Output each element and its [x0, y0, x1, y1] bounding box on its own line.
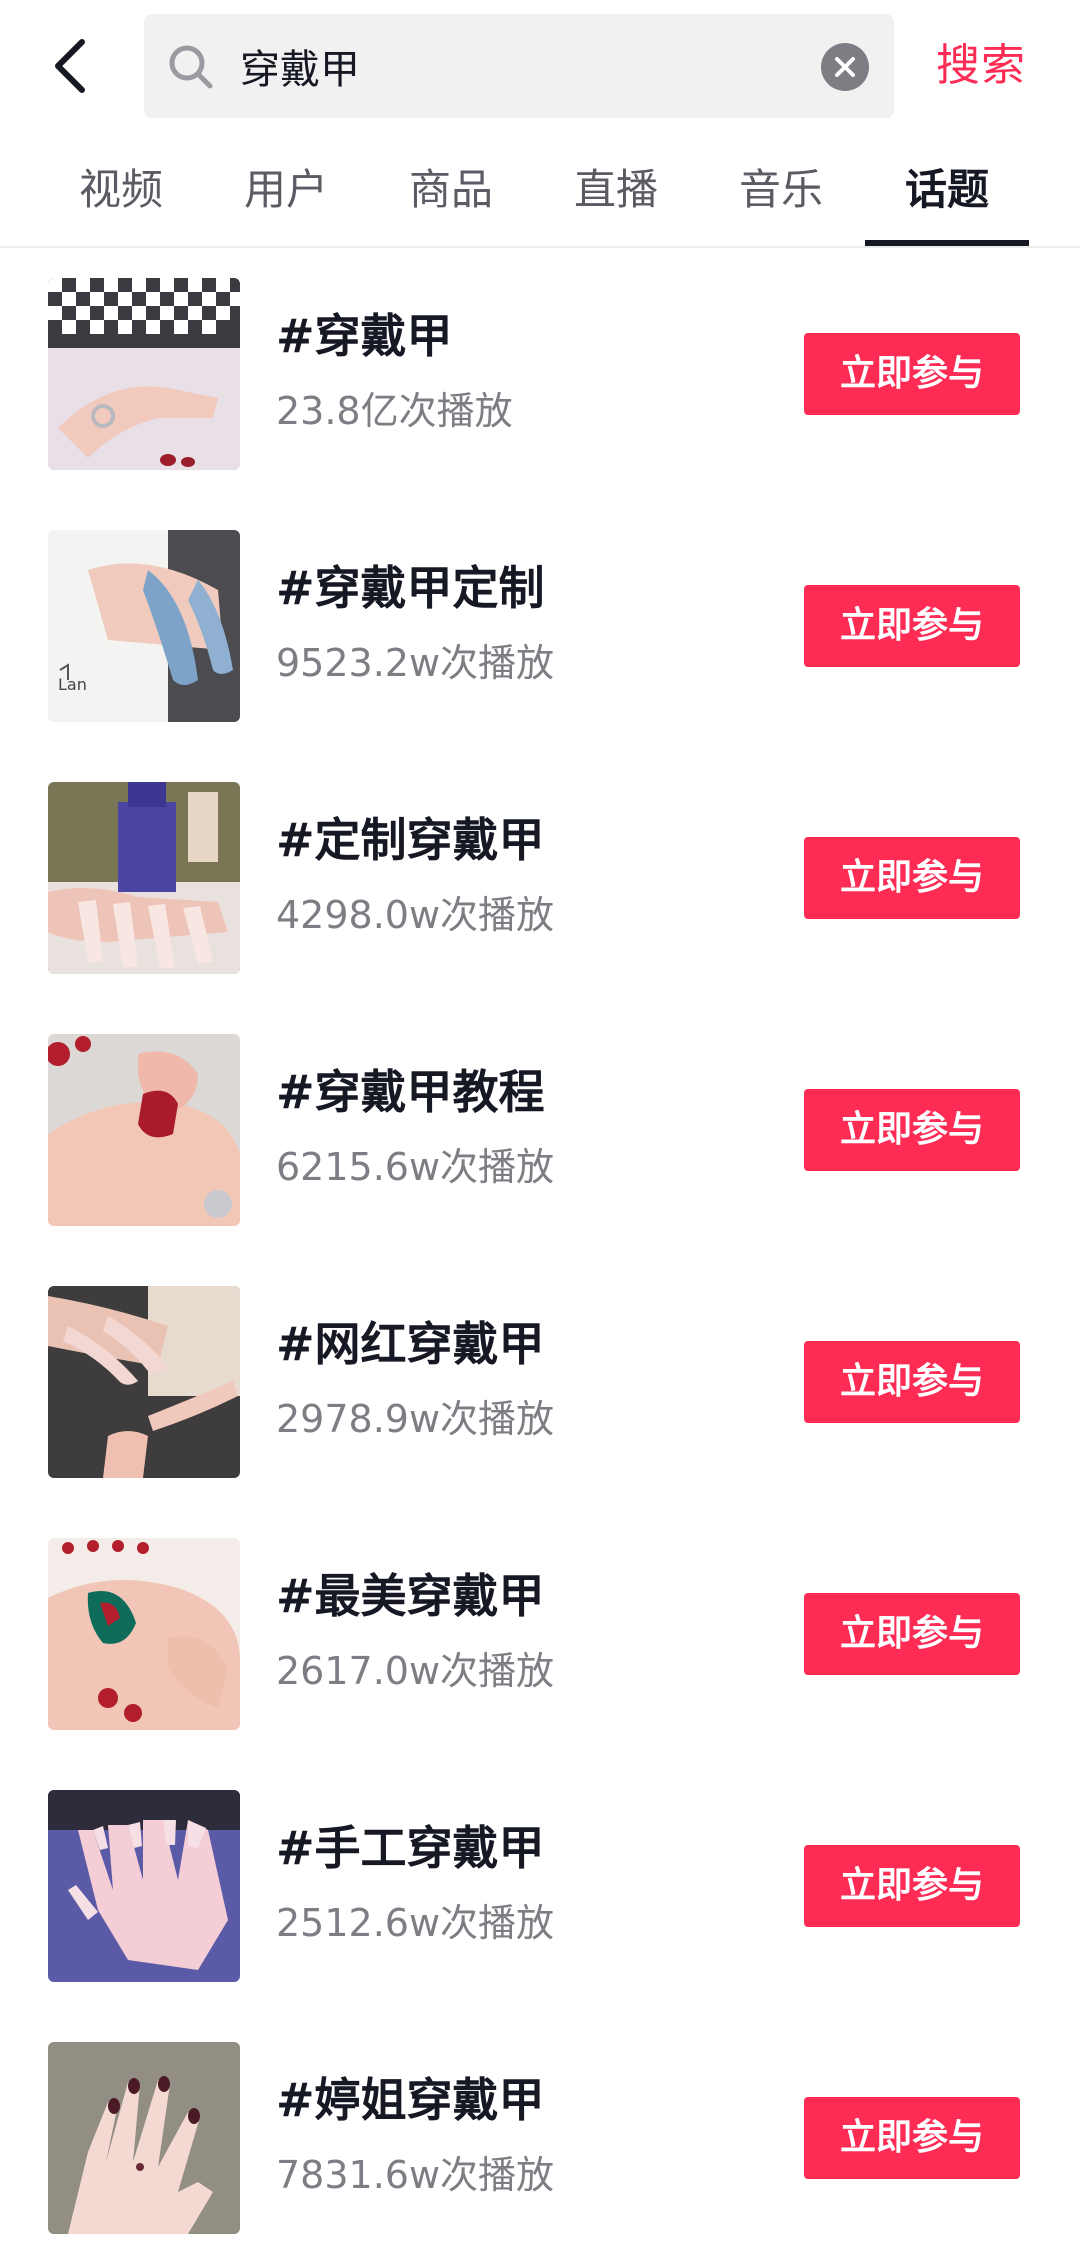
tab-users[interactable]: 用户 — [204, 134, 368, 246]
tab-videos[interactable]: 视频 — [39, 134, 203, 246]
topic-title: #穿戴甲教程 — [276, 1065, 545, 1119]
topic-play-count: 2978.9w次播放 — [276, 1397, 555, 1441]
tab-music[interactable]: 音乐 — [699, 134, 863, 246]
topic-play-count: 9523.2w次播放 — [276, 641, 555, 685]
topic-row[interactable]: Lan #穿戴甲定制 9523.2w次播放 立即参与 — [0, 500, 1080, 752]
topic-play-count: 4298.0w次播放 — [276, 893, 555, 937]
result-tabs: 视频 用户 商品 直播 音乐 话题 — [0, 134, 1080, 248]
join-button[interactable]: 立即参与 — [804, 1341, 1020, 1423]
topic-row[interactable]: #定制穿戴甲 4298.0w次播放 立即参与 — [0, 752, 1080, 1004]
back-arrow-icon — [55, 39, 85, 93]
topic-play-count: 2512.6w次播放 — [276, 1901, 555, 1945]
topic-thumbnail — [48, 1286, 240, 1478]
join-button[interactable]: 立即参与 — [804, 585, 1020, 667]
topic-row[interactable]: #手工穿戴甲 2512.6w次播放 立即参与 — [0, 1760, 1080, 2012]
topic-thumbnail — [48, 2042, 240, 2234]
topic-thumbnail: Lan — [48, 530, 240, 722]
topic-thumbnail — [48, 1790, 240, 1982]
topic-title: #最美穿戴甲 — [276, 1569, 545, 1623]
topic-title: #穿戴甲 — [276, 309, 453, 363]
topic-row[interactable]: #婷姐穿戴甲 7831.6w次播放 立即参与 — [0, 2012, 1080, 2264]
svg-text:Lan: Lan — [58, 675, 87, 694]
topic-thumbnail — [48, 782, 240, 974]
topic-play-count: 23.8亿次播放 — [276, 389, 513, 433]
topic-title: #手工穿戴甲 — [276, 1821, 545, 1875]
join-button[interactable]: 立即参与 — [804, 333, 1020, 415]
topic-play-count: 7831.6w次播放 — [276, 2153, 555, 2197]
clear-button[interactable] — [821, 43, 869, 91]
join-button[interactable]: 立即参与 — [804, 1089, 1020, 1171]
join-button[interactable]: 立即参与 — [804, 2097, 1020, 2179]
join-button[interactable]: 立即参与 — [804, 837, 1020, 919]
topic-title: #定制穿戴甲 — [276, 813, 545, 867]
topic-title: #穿戴甲定制 — [276, 561, 545, 615]
topic-play-count: 2617.0w次播放 — [276, 1649, 555, 1693]
topic-row[interactable]: #网红穿戴甲 2978.9w次播放 立即参与 — [0, 1256, 1080, 1508]
tab-products[interactable]: 商品 — [369, 134, 533, 246]
topic-play-count: 6215.6w次播放 — [276, 1145, 555, 1189]
search-button[interactable]: 搜索 — [936, 28, 1026, 104]
topic-thumbnail — [48, 1538, 240, 1730]
search-box[interactable] — [144, 14, 894, 118]
topic-thumbnail — [48, 1034, 240, 1226]
topic-title: #婷姐穿戴甲 — [276, 2073, 545, 2127]
topic-row[interactable]: #最美穿戴甲 2617.0w次播放 立即参与 — [0, 1508, 1080, 1760]
topic-row[interactable]: #穿戴甲 23.8亿次播放 立即参与 — [0, 248, 1080, 500]
back-button[interactable] — [40, 28, 100, 104]
join-button[interactable]: 立即参与 — [804, 1845, 1020, 1927]
active-tab-indicator — [865, 240, 1029, 246]
tab-topics[interactable]: 话题 — [865, 134, 1029, 246]
tab-live[interactable]: 直播 — [534, 134, 698, 246]
search-icon — [169, 45, 213, 89]
topic-title: #网红穿戴甲 — [276, 1317, 545, 1371]
search-input[interactable] — [240, 14, 800, 118]
topic-thumbnail — [48, 278, 240, 470]
join-button[interactable]: 立即参与 — [804, 1593, 1020, 1675]
search-header: 搜索 — [0, 0, 1080, 134]
clear-icon — [835, 57, 855, 77]
topic-row[interactable]: #穿戴甲教程 6215.6w次播放 立即参与 — [0, 1004, 1080, 1256]
